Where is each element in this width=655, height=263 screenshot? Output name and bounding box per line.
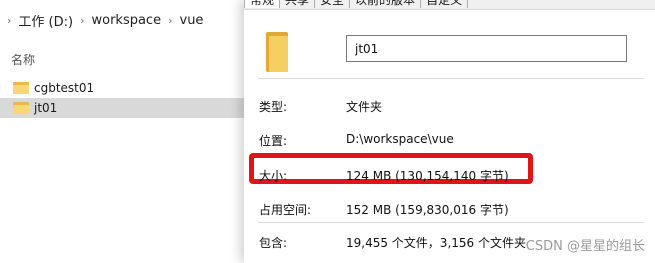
breadcrumb-vue[interactable]: vue — [180, 13, 204, 28]
tab-general[interactable]: 常规 — [244, 0, 281, 8]
divider — [258, 222, 644, 223]
folder-icon — [266, 32, 288, 72]
list-item[interactable]: cgbtest01 — [0, 78, 244, 98]
breadcrumb-drive[interactable]: 工作 (D:) — [18, 11, 73, 30]
list-item[interactable]: jt01 — [0, 98, 244, 118]
chevron-right-icon[interactable]: › — [80, 14, 84, 27]
watermark: CSDN @星星的组长 — [525, 239, 645, 254]
tab-security[interactable]: 安全 — [314, 0, 351, 8]
breadcrumb-workspace[interactable]: workspace — [91, 13, 161, 28]
file-list: cgbtest01 jt01 — [0, 78, 244, 118]
size-label: 大小: — [259, 169, 288, 183]
chevron-right-icon[interactable]: › — [168, 14, 172, 27]
tab-customize[interactable]: 自定义 — [420, 0, 469, 8]
contains-value: 19,455 个文件，3,156 个文件夹 — [346, 236, 526, 250]
tab-strip: 常规 共享 安全 以前的版本 自定义 — [244, 0, 469, 9]
location-value: D:\workspace\vue — [346, 132, 454, 146]
size-on-disk-value: 152 MB (159,830,016 字节) — [346, 203, 509, 217]
contains-label: 包含: — [259, 236, 288, 250]
size-on-disk-label: 占用空间: — [259, 203, 312, 217]
explorer-pane: › 工作 (D:) › workspace › vue 名称 cgbtest01… — [0, 0, 244, 262]
folder-name-input[interactable] — [346, 35, 627, 62]
folder-icon — [13, 82, 29, 94]
folder-icon — [13, 102, 29, 114]
divider — [258, 78, 644, 79]
list-item-label: jt01 — [34, 101, 58, 115]
chevron-right-icon: › — [7, 13, 12, 27]
general-tab-panel: 类型: 文件夹 位置: D:\workspace\vue 大小: 124 MB … — [244, 9, 655, 263]
breadcrumb: › 工作 (D:) › workspace › vue — [0, 8, 244, 32]
name-column-header[interactable]: 名称 — [11, 51, 35, 68]
type-label: 类型: — [259, 100, 288, 114]
size-value: 124 MB (130,154,140 字节) — [346, 169, 509, 183]
list-item-label: cgbtest01 — [34, 81, 95, 95]
tab-sharing[interactable]: 共享 — [279, 0, 316, 8]
tab-previous-versions[interactable]: 以前的版本 — [349, 0, 422, 8]
location-label: 位置: — [259, 134, 288, 148]
properties-dialog: 常规 共享 安全 以前的版本 自定义 类型: 文件夹 位置: D:\worksp… — [244, 0, 655, 263]
type-value: 文件夹 — [346, 100, 383, 114]
